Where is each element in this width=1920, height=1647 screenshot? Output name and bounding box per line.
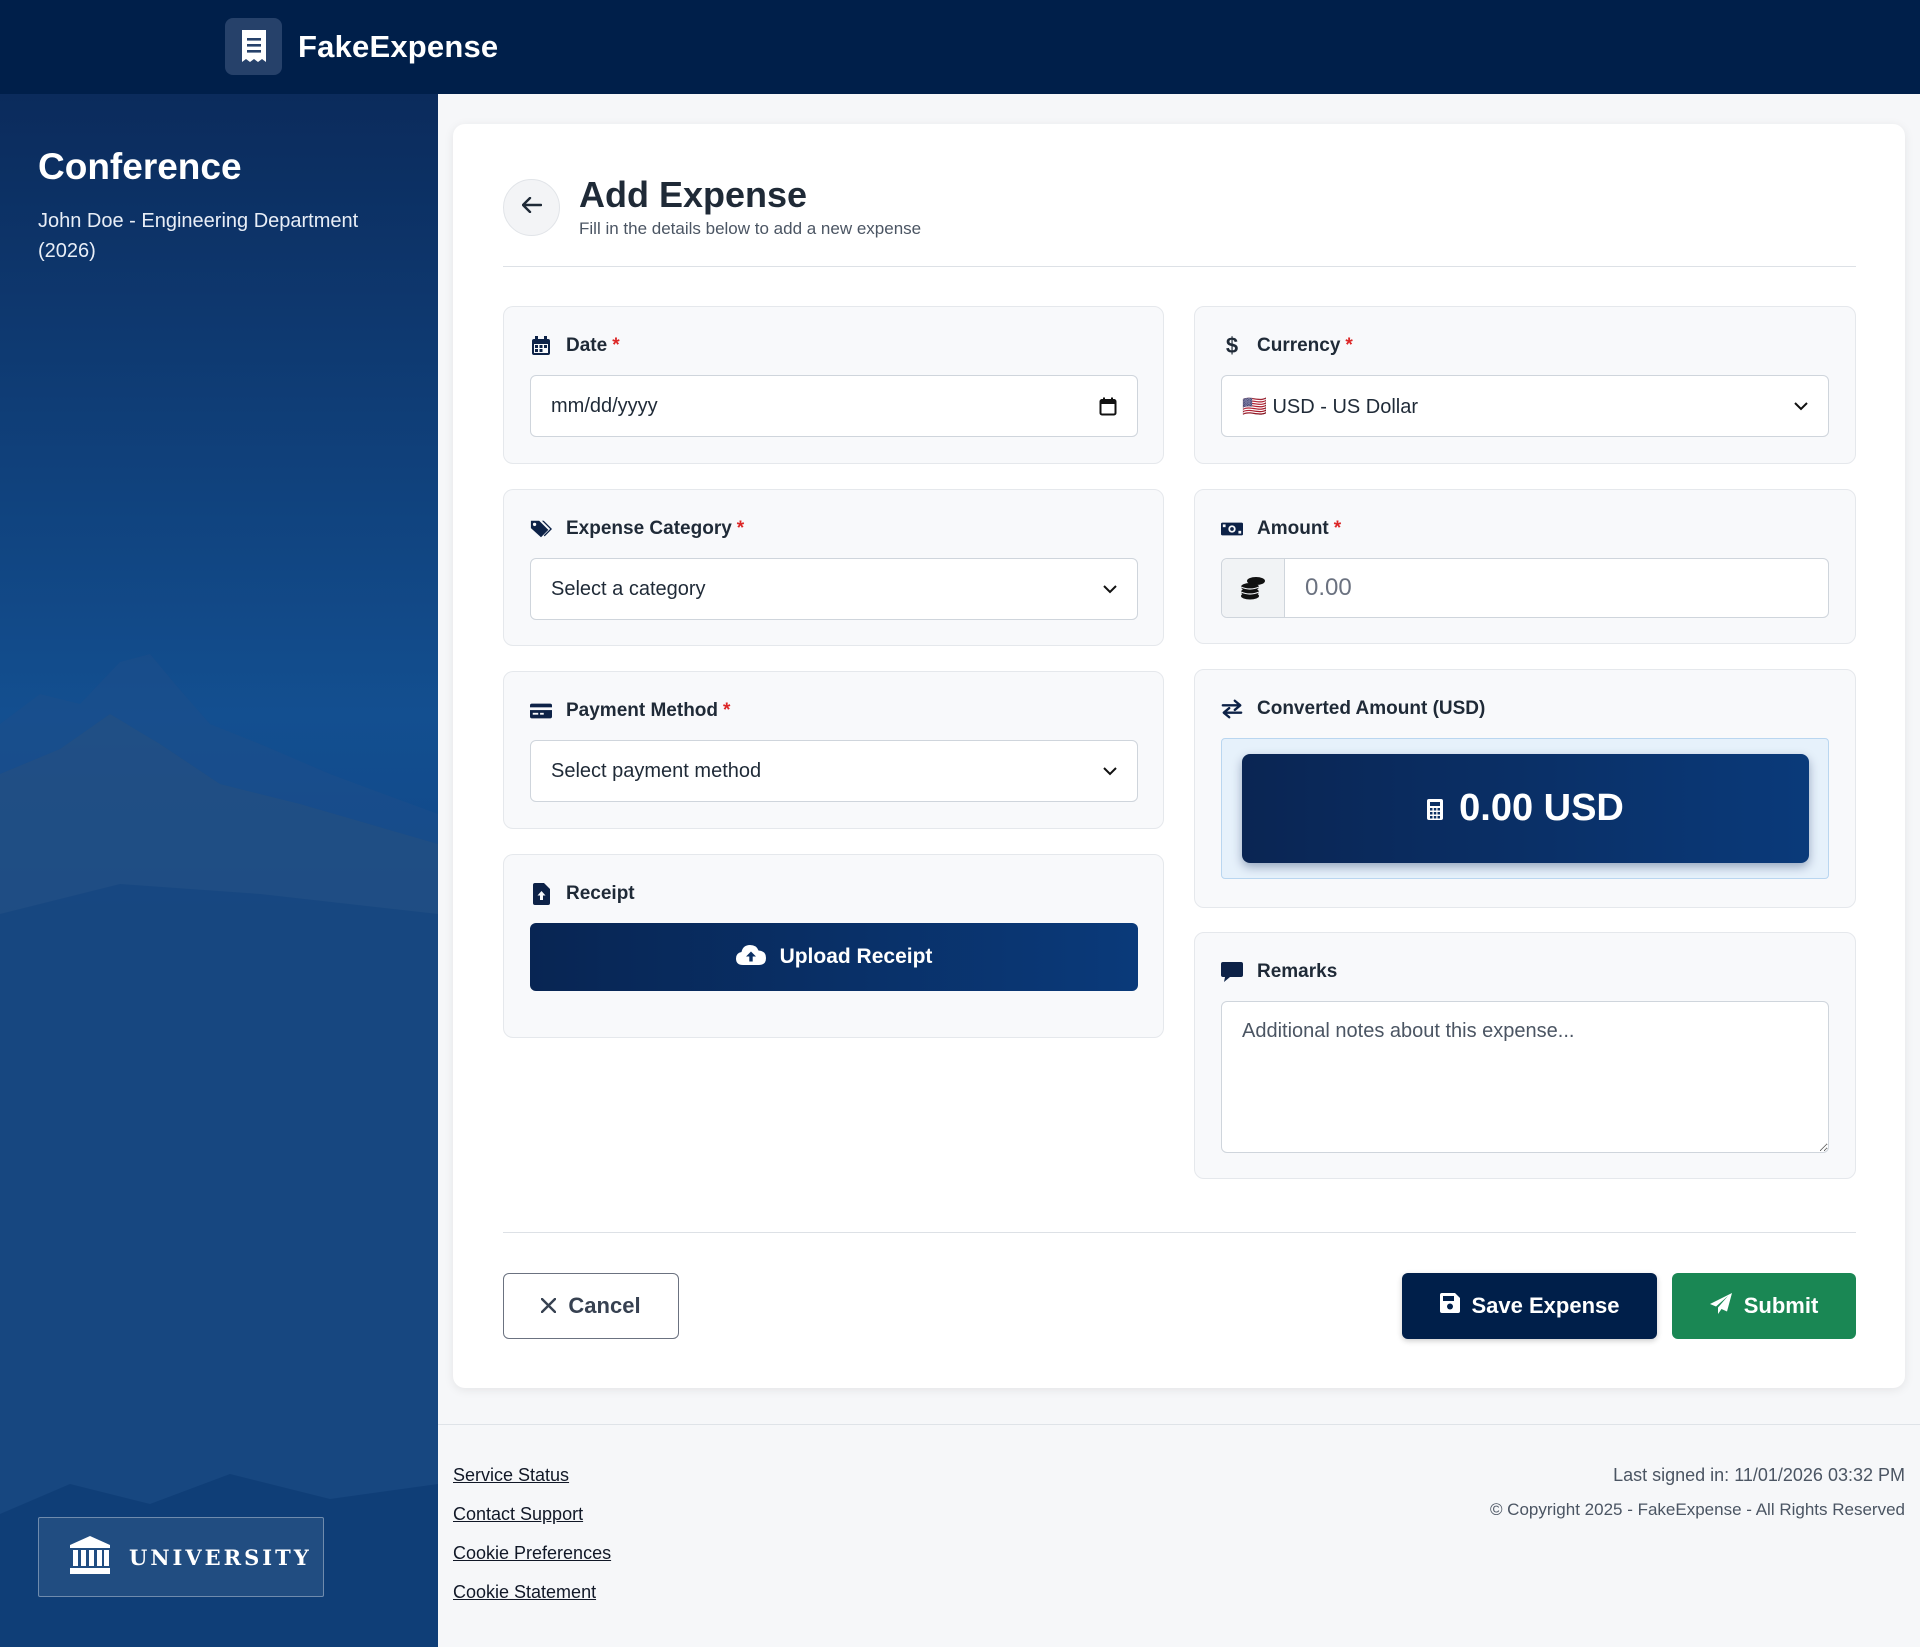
date-label-row: Date *: [530, 335, 620, 357]
cloud-upload-icon: [735, 944, 766, 971]
category-select[interactable]: Select a category: [530, 558, 1138, 620]
category-panel: Expense Category * Select a category: [503, 489, 1164, 646]
converted-label-row: Converted Amount (USD): [1221, 698, 1485, 720]
remarks-label: Remarks: [1257, 961, 1338, 982]
amount-label: Amount: [1257, 518, 1329, 539]
currency-label: Currency: [1257, 335, 1341, 356]
currency-value: 🇺🇸 USD - US Dollar: [1242, 395, 1419, 418]
footer-link-service-status[interactable]: Service Status: [453, 1464, 611, 1486]
sidebar-subtitle: John Doe - Engineering Department (2026): [38, 210, 359, 262]
upload-receipt-label: Upload Receipt: [779, 945, 933, 968]
exchange-icon: [1221, 698, 1243, 720]
payment-label: Payment Method: [566, 700, 719, 721]
save-expense-button[interactable]: Save Expense: [1402, 1273, 1657, 1339]
coins-icon: [1222, 559, 1285, 617]
page-subtitle: Fill in the details below to add a new e…: [579, 219, 922, 238]
close-icon: [541, 1293, 557, 1319]
amount-panel: Amount *: [1194, 489, 1856, 644]
back-button[interactable]: [503, 179, 560, 236]
currency-panel: $ Currency * 🇺🇸 USD - US Dollar: [1194, 306, 1856, 464]
submit-button[interactable]: Submit: [1672, 1273, 1856, 1339]
add-expense-card: Add Expense Fill in the details below to…: [453, 124, 1905, 1388]
tags-icon: [530, 518, 552, 540]
converted-panel: Converted Amount (USD) 0.00 USD: [1194, 669, 1856, 908]
footer-link-contact-support[interactable]: Contact Support: [453, 1503, 611, 1525]
divider: [503, 266, 1856, 267]
remarks-label-row: Remarks: [1221, 961, 1337, 983]
mountain-background: [0, 654, 438, 1647]
paper-plane-icon: [1709, 1292, 1732, 1320]
page-title: Add Expense: [579, 174, 808, 215]
save-expense-label: Save Expense: [1471, 1293, 1620, 1318]
currency-select[interactable]: 🇺🇸 USD - US Dollar: [1221, 375, 1829, 437]
cancel-button[interactable]: Cancel: [503, 1273, 679, 1339]
required-mark: *: [1345, 335, 1353, 356]
required-mark: *: [723, 700, 731, 721]
save-icon: [1439, 1293, 1460, 1319]
converted-value: 0.00 USD: [1459, 787, 1624, 829]
remarks-panel: Remarks: [1194, 932, 1856, 1179]
top-navbar: FakeExpense: [0, 0, 1920, 94]
dollar-icon: $: [1225, 333, 1239, 358]
upload-receipt-button[interactable]: Upload Receipt: [530, 923, 1138, 991]
converted-wrapper: 0.00 USD: [1221, 738, 1829, 879]
calendar-picker-icon[interactable]: [1099, 397, 1117, 416]
comment-icon: [1221, 961, 1243, 983]
footer-link-cookie-preferences[interactable]: Cookie Preferences: [453, 1542, 611, 1564]
chevron-down-icon: [1103, 584, 1117, 594]
amount-field: [1221, 558, 1829, 618]
cancel-label: Cancel: [568, 1293, 641, 1318]
payment-select[interactable]: Select payment method: [530, 740, 1138, 802]
date-input[interactable]: mm/dd/yyyy: [530, 375, 1138, 437]
receipt-label: Receipt: [566, 883, 635, 904]
chevron-down-icon: [1794, 401, 1808, 411]
receipt-icon: [225, 18, 282, 75]
remarks-textarea[interactable]: [1221, 1001, 1829, 1153]
payment-panel: Payment Method * Select payment method: [503, 671, 1164, 829]
credit-card-icon: [530, 700, 552, 722]
last-signed-in: Last signed in: 11/01/2026 03:32 PM: [1613, 1465, 1905, 1485]
divider: [503, 1232, 1856, 1233]
payment-label-row: Payment Method *: [530, 700, 730, 722]
required-mark: *: [612, 335, 620, 356]
brand[interactable]: FakeExpense: [225, 18, 498, 75]
file-upload-icon: [530, 883, 552, 905]
currency-label-row: $ Currency *: [1221, 333, 1353, 358]
chevron-down-icon: [1103, 766, 1117, 776]
amount-input[interactable]: [1285, 559, 1828, 617]
submit-label: Submit: [1743, 1293, 1819, 1318]
date-label: Date: [566, 335, 608, 356]
category-label-row: Expense Category *: [530, 518, 744, 540]
footer-divider: [438, 1424, 1920, 1425]
calendar-icon: [530, 335, 552, 357]
date-placeholder: mm/dd/yyyy: [551, 394, 658, 417]
receipt-label-row: Receipt: [530, 883, 635, 905]
university-badge[interactable]: UNIVERSITY: [38, 1517, 324, 1597]
calculator-icon: [1427, 787, 1444, 830]
copyright: © Copyright 2025 - FakeExpense - All Rig…: [1489, 1500, 1905, 1519]
category-value: Select a category: [551, 577, 706, 600]
receipt-panel: Receipt Upload Receipt: [503, 854, 1164, 1038]
date-panel: Date * mm/dd/yyyy: [503, 306, 1164, 464]
money-bill-icon: [1221, 518, 1243, 540]
brand-name: FakeExpense: [298, 28, 499, 64]
sidebar-title: Conference: [38, 146, 242, 187]
amount-label-row: Amount *: [1221, 518, 1341, 540]
category-label: Expense Category: [566, 518, 732, 539]
converted-amount-display: 0.00 USD: [1242, 754, 1809, 863]
university-label: UNIVERSITY: [129, 1544, 312, 1570]
footer-link-cookie-statement[interactable]: Cookie Statement: [453, 1581, 611, 1603]
converted-label: Converted Amount (USD): [1257, 698, 1486, 719]
footer-links: Service Status Contact Support Cookie Pr…: [453, 1464, 611, 1603]
university-icon: [69, 1535, 111, 1580]
required-mark: *: [1333, 518, 1342, 539]
sidebar: Conference John Doe - Engineering Depart…: [0, 94, 438, 1647]
required-mark: *: [736, 518, 745, 539]
footer-info: Last signed in: 11/01/2026 03:32 PM © Co…: [1490, 1465, 1905, 1520]
arrow-left-icon: [521, 196, 542, 218]
payment-value: Select payment method: [551, 759, 762, 782]
